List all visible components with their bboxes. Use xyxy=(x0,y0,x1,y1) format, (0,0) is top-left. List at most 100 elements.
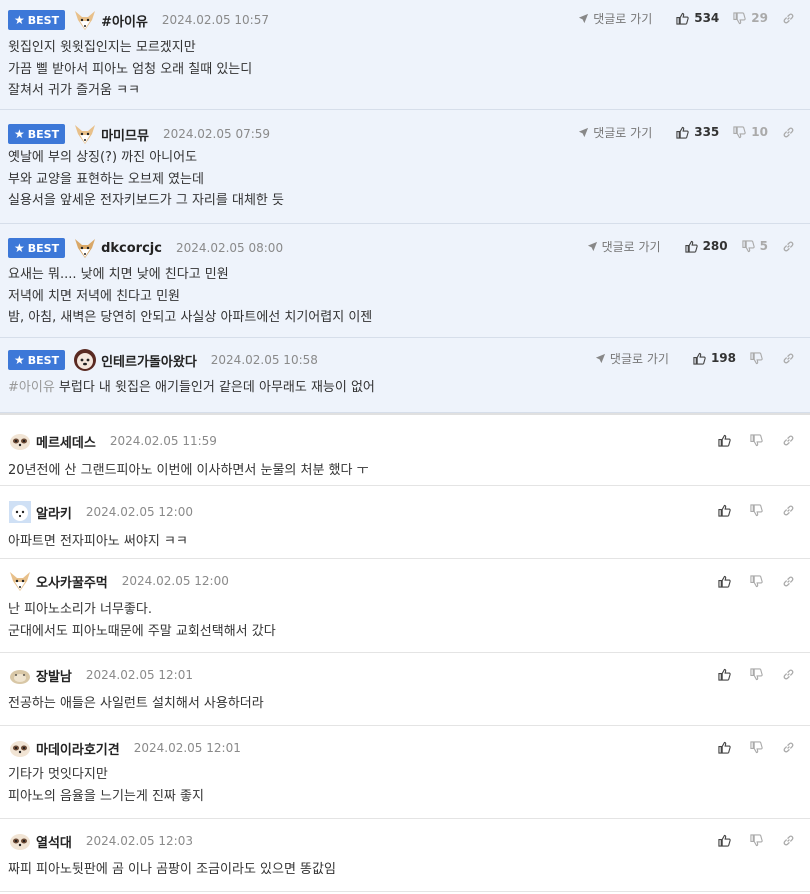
link-icon xyxy=(783,742,794,752)
best-comment: ★ BEST 마미므뮤 2024.02.05 07:59 댓글로 가기 335 1… xyxy=(0,110,810,224)
comment-header: 마데이라호기견 2024.02.05 12:01 xyxy=(8,736,241,760)
comment-header: 열석대 2024.02.05 12:03 xyxy=(8,829,193,853)
ferret-avatar-icon[interactable] xyxy=(8,829,32,853)
downvote-button[interactable]: 10 xyxy=(733,125,768,139)
best-badge: ★ BEST xyxy=(8,124,66,144)
best-badge: ★ BEST xyxy=(8,238,66,258)
downvote-button[interactable] xyxy=(750,574,768,588)
comment-body: 짜피 피아노뒷판에 곰 이나 곰팡이 조금이라도 있으면 똥값임 xyxy=(8,862,336,877)
author-nickname[interactable]: 열석대 xyxy=(36,832,72,851)
thumbs-down-icon xyxy=(742,239,755,252)
author-nickname[interactable]: 마데이라호기견 xyxy=(36,739,120,758)
thumbs-down-icon xyxy=(750,667,763,680)
thumbs-up-icon xyxy=(684,240,698,253)
thumbs-down-icon xyxy=(733,11,747,24)
author-nickname[interactable]: 오사카꿀주먹 xyxy=(36,572,108,591)
comment-actions xyxy=(704,430,800,450)
best-comment: ★ BEST dkcorcjc 2024.02.05 08:00 댓글로 가기 2… xyxy=(0,224,810,338)
comment-date: 2024.02.05 11:59 xyxy=(109,434,217,448)
best-badge: ★ BEST xyxy=(8,10,66,30)
best-comment: ★ BEST #아이유 2024.02.05 10:57 댓글로 가기 534 2… xyxy=(0,0,810,110)
dog-avatar-icon[interactable] xyxy=(73,348,97,372)
go-to-reply-link[interactable]: 댓글로 가기 xyxy=(578,124,652,141)
upvote-button[interactable] xyxy=(718,575,736,588)
thumbs-up-icon xyxy=(718,504,731,517)
hamster-avatar-icon[interactable] xyxy=(8,663,32,687)
comment-body: 20년전에 산 그랜드피아노 이번에 이사하면서 눈물의 처분 했다 ㅜ xyxy=(8,463,369,478)
downvote-button[interactable]: 29 xyxy=(733,11,768,25)
downvote-button[interactable] xyxy=(750,503,768,517)
star-icon: ★ xyxy=(14,127,25,141)
comment-actions: 댓글로 가기 335 10 xyxy=(578,122,800,142)
comment-date: 2024.02.05 12:00 xyxy=(85,505,193,519)
upvote-button[interactable] xyxy=(718,668,736,681)
share-link-button[interactable] xyxy=(782,352,800,365)
downvote-button[interactable] xyxy=(750,740,768,754)
fox-avatar-icon[interactable] xyxy=(8,569,32,593)
comment-actions xyxy=(704,737,800,757)
share-link-button[interactable] xyxy=(782,434,800,447)
comment-date: 2024.02.05 08:00 xyxy=(175,241,284,255)
comment-actions xyxy=(704,830,800,850)
mention-tag[interactable]: #아이유 xyxy=(8,380,55,395)
share-link-button[interactable] xyxy=(782,668,800,681)
upvote-button[interactable] xyxy=(718,741,736,754)
share-link-button[interactable] xyxy=(782,575,800,588)
star-icon: ★ xyxy=(14,353,25,367)
downvote-count: 29 xyxy=(751,11,768,25)
share-link-button[interactable] xyxy=(782,504,800,517)
comment-item: 열석대 2024.02.05 12:03 짜피 피아노뒷판에 곰 이나 곰팡이 … xyxy=(0,819,810,892)
thumbs-up-icon xyxy=(718,575,731,588)
comment-item: 마데이라호기견 2024.02.05 12:01 기타가 멋잇다지만 피아노의 음… xyxy=(0,726,810,819)
share-link-button[interactable] xyxy=(782,834,800,847)
link-icon xyxy=(783,576,794,586)
comment-date: 2024.02.05 10:57 xyxy=(161,13,269,27)
comment-header: 장발남 2024.02.05 12:01 xyxy=(8,663,193,687)
comment-body: 옛날에 부의 상징(?) 까진 아니어도 부와 교양을 표현하는 오브제 였는데 실… xyxy=(8,150,284,208)
comment-header: 오사카꿀주먹 2024.02.05 12:00 xyxy=(8,569,229,593)
downvote-button[interactable]: 5 xyxy=(742,239,768,253)
upvote-button[interactable] xyxy=(718,504,736,517)
link-icon xyxy=(783,241,794,251)
go-to-reply-link[interactable]: 댓글로 가기 xyxy=(595,350,669,367)
fox-avatar-icon[interactable] xyxy=(73,236,97,260)
upvote-button[interactable] xyxy=(718,434,736,447)
comment-header: ★ BEST #아이유 2024.02.05 10:57 xyxy=(8,8,269,32)
share-link-button[interactable] xyxy=(782,741,800,754)
share-link-button[interactable] xyxy=(782,126,800,139)
thumbs-up-icon xyxy=(676,126,689,139)
fox-avatar-icon[interactable] xyxy=(73,122,97,146)
go-to-reply-link[interactable]: 댓글로 가기 xyxy=(578,10,652,27)
go-to-reply-link[interactable]: 댓글로 가기 xyxy=(587,238,661,255)
white-dog-avatar-icon[interactable] xyxy=(8,500,32,524)
comment-date: 2024.02.05 12:03 xyxy=(85,834,193,848)
author-nickname[interactable]: dkcorcjc xyxy=(101,241,162,256)
fox-avatar-icon[interactable] xyxy=(73,8,97,32)
share-link-button[interactable] xyxy=(782,12,800,25)
downvote-button[interactable] xyxy=(750,833,768,847)
downvote-button[interactable] xyxy=(750,351,768,365)
downvote-button[interactable] xyxy=(750,433,768,447)
comment-header: 알라키 2024.02.05 12:00 xyxy=(8,500,193,524)
link-icon xyxy=(783,435,794,445)
ferret-avatar-icon[interactable] xyxy=(8,736,32,760)
author-nickname[interactable]: 인테르가돌아왔다 xyxy=(101,351,197,370)
share-link-button[interactable] xyxy=(782,240,800,253)
upvote-button[interactable]: 198 xyxy=(693,351,736,365)
link-icon xyxy=(783,835,794,845)
author-nickname[interactable]: 메르세데스 xyxy=(36,432,96,451)
upvote-button[interactable]: 534 xyxy=(676,11,719,25)
comment-item: 장발남 2024.02.05 12:01 전공하는 애들은 사일런트 설치해서 … xyxy=(0,653,810,726)
upvote-button[interactable]: 280 xyxy=(684,239,728,253)
ferret-avatar-icon[interactable] xyxy=(8,429,32,453)
comment-actions: 댓글로 가기 280 5 xyxy=(587,236,800,256)
downvote-button[interactable] xyxy=(750,667,768,681)
author-nickname[interactable]: 마미므뮤 xyxy=(101,125,149,144)
author-nickname[interactable]: 알라키 xyxy=(36,503,72,522)
comment-item: 알라키 2024.02.05 12:00 아파트면 전자피아노 써야지 ㅋㅋ xyxy=(0,486,810,559)
author-nickname[interactable]: #아이유 xyxy=(101,11,148,30)
link-icon xyxy=(783,127,794,137)
upvote-button[interactable]: 335 xyxy=(676,125,719,139)
upvote-button[interactable] xyxy=(718,834,736,847)
author-nickname[interactable]: 장발남 xyxy=(36,666,72,685)
